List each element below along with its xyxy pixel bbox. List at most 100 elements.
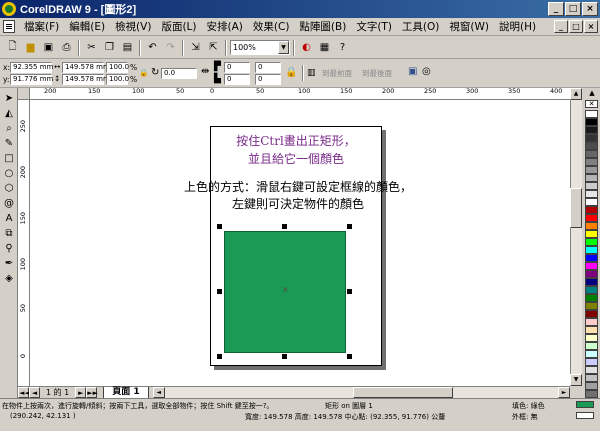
menu-tools[interactable]: 工具(O) [397,19,444,34]
menu-window[interactable]: 視窗(W) [444,19,494,34]
application-launcher-icon[interactable]: ▦ [316,39,333,56]
x-position-field[interactable]: 92.355 mm [10,62,53,73]
eyedropper-tool-icon[interactable]: ⚲ [2,242,16,256]
doc-close-button[interactable]: × [584,20,598,33]
palette-swatch[interactable] [585,166,598,174]
palette-swatch[interactable] [585,142,598,150]
cut-icon[interactable]: ✂ [83,39,100,56]
selection-handle-top-right[interactable] [347,224,352,229]
palette-scroll-up-icon[interactable]: ▲ [585,88,599,98]
palette-swatch[interactable] [585,110,598,118]
fill-tool-icon[interactable]: ◈ [2,272,16,286]
scroll-thumb[interactable] [570,188,582,228]
palette-swatch[interactable] [585,390,598,398]
paste-icon[interactable]: ▤ [119,39,136,56]
scroll-left-button[interactable]: ◄ [152,387,165,398]
selection-handle-bottom[interactable] [282,354,287,359]
palette-swatch[interactable] [585,134,598,142]
to-back-button[interactable]: 到最後面 [362,68,392,79]
palette-swatch[interactable] [585,222,598,230]
palette-swatch[interactable] [585,198,598,206]
wrap-paragraph-text-icon[interactable]: ▥ [307,68,316,78]
palette-swatch[interactable] [585,310,598,318]
palette-swatch[interactable] [585,174,598,182]
palette-swatch[interactable] [585,206,598,214]
palette-swatch[interactable] [585,350,598,358]
mirror-horizontal-icon[interactable]: ⇹ [201,66,209,77]
corel-online-icon[interactable]: ◐ [298,39,315,56]
selection-handle-top[interactable] [282,224,287,229]
palette-swatch[interactable] [585,374,598,382]
no-color-swatch[interactable]: ✕ [585,100,598,108]
palette-swatch[interactable] [585,326,598,334]
selection-handle-right[interactable] [347,289,352,294]
selection-handle-top-left[interactable] [217,224,222,229]
polygon-tool-icon[interactable]: ⬡ [2,182,16,196]
tab-page-1[interactable]: 頁面 1 [103,386,149,399]
menu-effects[interactable]: 效果(C) [248,19,295,34]
y-position-field[interactable]: 91.776 mm [10,74,53,85]
palette-swatch[interactable] [585,190,598,198]
menu-bitmaps[interactable]: 點陣圖(B) [294,19,351,34]
selection-handle-bottom-left[interactable] [217,354,222,359]
horizontal-ruler[interactable]: 200 150 100 50 0 50 100 150 200 250 300 … [30,88,570,100]
corner-roundness-1-field[interactable]: 0 [224,62,250,73]
drawing-canvas[interactable]: 按住Ctrl畫出正矩形， 並且給它一個顏色 上色的方式：滑鼠右鍵可設定框線的顏色… [30,100,570,386]
menu-arrange[interactable]: 安排(A) [202,19,248,34]
selection-handle-bottom-right[interactable] [347,354,352,359]
copy-icon[interactable]: ❐ [101,39,118,56]
palette-swatch[interactable] [585,126,598,134]
shape-tool-icon[interactable]: ◭ [2,107,16,121]
selection-handle-left[interactable] [217,289,222,294]
outline-tool-icon[interactable]: ✒ [2,257,16,271]
vertical-ruler[interactable]: 250 200 150 100 50 0 [18,100,30,386]
new-file-icon[interactable]: 🗋 [4,39,21,56]
fill-color-chip[interactable] [576,401,594,408]
chevron-down-icon[interactable]: ▼ [278,41,289,54]
spiral-tool-icon[interactable]: @ [2,197,16,211]
palette-swatch[interactable] [585,230,598,238]
palette-swatch[interactable] [585,158,598,166]
whats-this-icon[interactable]: ? [334,39,351,56]
print-icon[interactable]: ⎙ [58,39,75,56]
scroll-up-button[interactable]: ▲ [570,88,582,100]
doc-restore-button[interactable]: □ [569,20,583,33]
horizontal-scroll-thumb[interactable] [352,387,453,398]
first-page-button[interactable]: ◄◄ [18,387,30,398]
outline-pen-icon[interactable]: ◎ [422,66,431,77]
interactive-blend-tool-icon[interactable]: ⧉ [2,227,16,241]
ruler-origin-corner[interactable] [18,88,30,100]
palette-swatch[interactable] [585,278,598,286]
palette-swatch[interactable] [585,342,598,350]
export-icon[interactable]: ⇱ [205,39,222,56]
palette-swatch[interactable] [585,246,598,254]
to-front-button[interactable]: 到最前面 [322,68,352,79]
menu-help[interactable]: 說明(H) [494,19,541,34]
rectangle-tool-icon[interactable]: □ [2,152,16,166]
lock-ratio-icon[interactable]: 🔒 [139,68,148,77]
menu-file[interactable]: 檔案(F) [19,19,64,34]
menu-layout[interactable]: 版面(L) [156,19,201,34]
rotation-field[interactable]: 0.0 [161,68,197,79]
convert-to-curves-icon[interactable]: ▣ [408,66,417,77]
palette-swatch[interactable] [585,238,598,246]
palette-swatch[interactable] [585,318,598,326]
close-button[interactable]: × [582,2,598,16]
palette-swatch[interactable] [585,254,598,262]
palette-swatch[interactable] [585,382,598,390]
maximize-button[interactable]: □ [565,2,581,16]
palette-swatch[interactable] [585,366,598,374]
open-folder-icon[interactable]: ▆ [22,39,39,56]
round-corners-together-icon[interactable]: 🔒 [285,67,297,78]
zoom-select[interactable]: 100% ▼ [230,40,290,55]
palette-swatch[interactable] [585,286,598,294]
scroll-right-button[interactable]: ► [558,387,570,398]
scale-y-field[interactable]: 100.0 [106,74,129,85]
redo-icon[interactable]: ↷ [162,39,179,56]
vertical-scrollbar[interactable]: ▲ ▼ [570,88,582,386]
previous-page-button[interactable]: ◄ [29,387,40,398]
last-page-button[interactable]: ►► [86,387,98,398]
doc-minimize-button[interactable]: _ [554,20,568,33]
save-icon[interactable]: ▣ [40,39,57,56]
outline-color-chip[interactable] [576,412,594,419]
